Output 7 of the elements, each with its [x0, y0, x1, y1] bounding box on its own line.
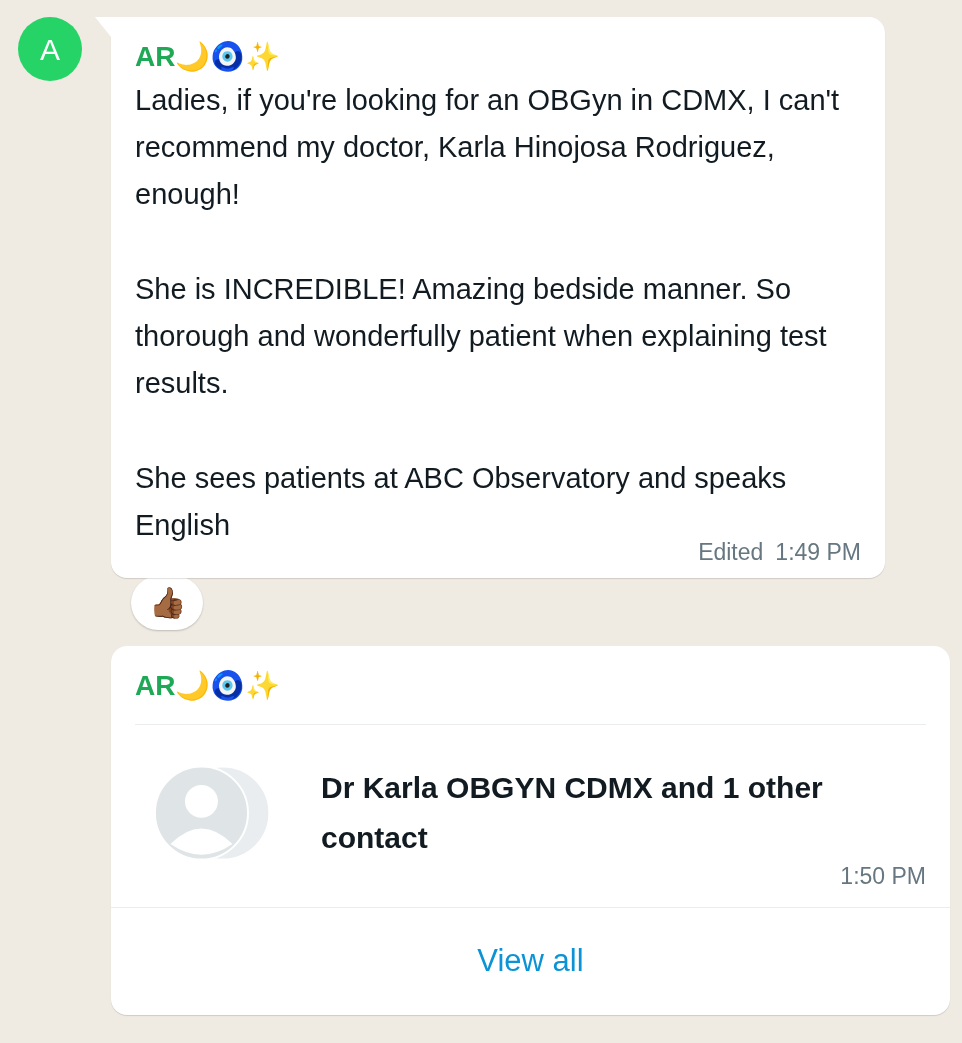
contact-name[interactable]: Dr Karla OBGYN CDMX and 1 other contact	[321, 762, 901, 863]
message-text: She is INCREDIBLE! Amazing bedside manner. So thorough and wonderfully patient when explaining test results.	[135, 272, 828, 401]
reaction-badge[interactable]: 👍🏾	[131, 575, 203, 630]
message-text: Ladies, if you're looking for an OBGyn in CDMX, I can't recommend my doctor, Karla Hinojosa Rodriguez, enough!	[135, 83, 841, 212]
sender-name: AR🌙🧿✨	[135, 668, 282, 703]
sender-name: AR🌙🧿✨	[135, 40, 282, 74]
message-time: 1:50 PM	[840, 861, 926, 891]
